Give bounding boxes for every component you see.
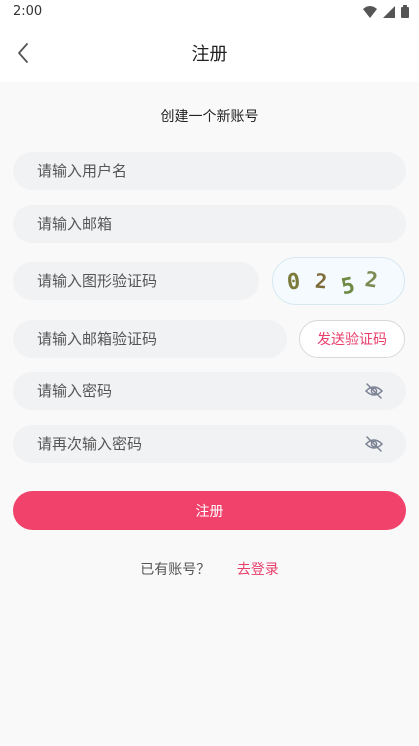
status-bar: 2:00 xyxy=(0,0,419,24)
eye-off-icon[interactable] xyxy=(364,382,384,400)
email-field-container xyxy=(13,205,406,243)
password-input[interactable] xyxy=(13,372,406,410)
form-subtitle: 创建一个新账号 xyxy=(160,109,259,125)
login-row: 已有账号？ 去登录 xyxy=(0,559,419,579)
status-time: 2:00 xyxy=(13,4,43,19)
eye-off-icon[interactable] xyxy=(364,435,384,453)
email-input[interactable] xyxy=(13,205,406,243)
confirm-password-field-container xyxy=(13,425,406,463)
captcha-char: 0 xyxy=(286,269,302,295)
signal-icon xyxy=(383,5,395,18)
captcha-char: 2 xyxy=(314,269,328,294)
status-icons xyxy=(363,5,409,18)
password-field-container xyxy=(13,372,406,410)
captcha-image[interactable]: 0 2 5 2 xyxy=(272,257,405,305)
send-code-button[interactable]: 发送验证码 xyxy=(299,320,405,358)
captcha-char: 2 xyxy=(363,267,379,293)
go-login-link[interactable]: 去登录 xyxy=(237,562,279,578)
captcha-art: 0 2 5 2 xyxy=(286,267,380,300)
battery-icon xyxy=(401,5,409,18)
confirm-password-input[interactable] xyxy=(13,425,406,463)
captcha-field-container xyxy=(13,262,259,300)
username-field-container xyxy=(13,152,406,190)
captcha-char: 5 xyxy=(339,273,357,300)
app-bar: 注册 xyxy=(0,24,419,82)
wifi-icon xyxy=(363,5,377,18)
captcha-input[interactable] xyxy=(13,262,259,300)
username-input[interactable] xyxy=(13,152,406,190)
page-title: 注册 xyxy=(191,44,228,65)
login-prompt: 已有账号？ xyxy=(140,562,211,578)
register-button[interactable]: 注册 xyxy=(13,491,406,530)
email-code-input[interactable] xyxy=(13,320,287,358)
email-code-field-container xyxy=(13,320,287,358)
